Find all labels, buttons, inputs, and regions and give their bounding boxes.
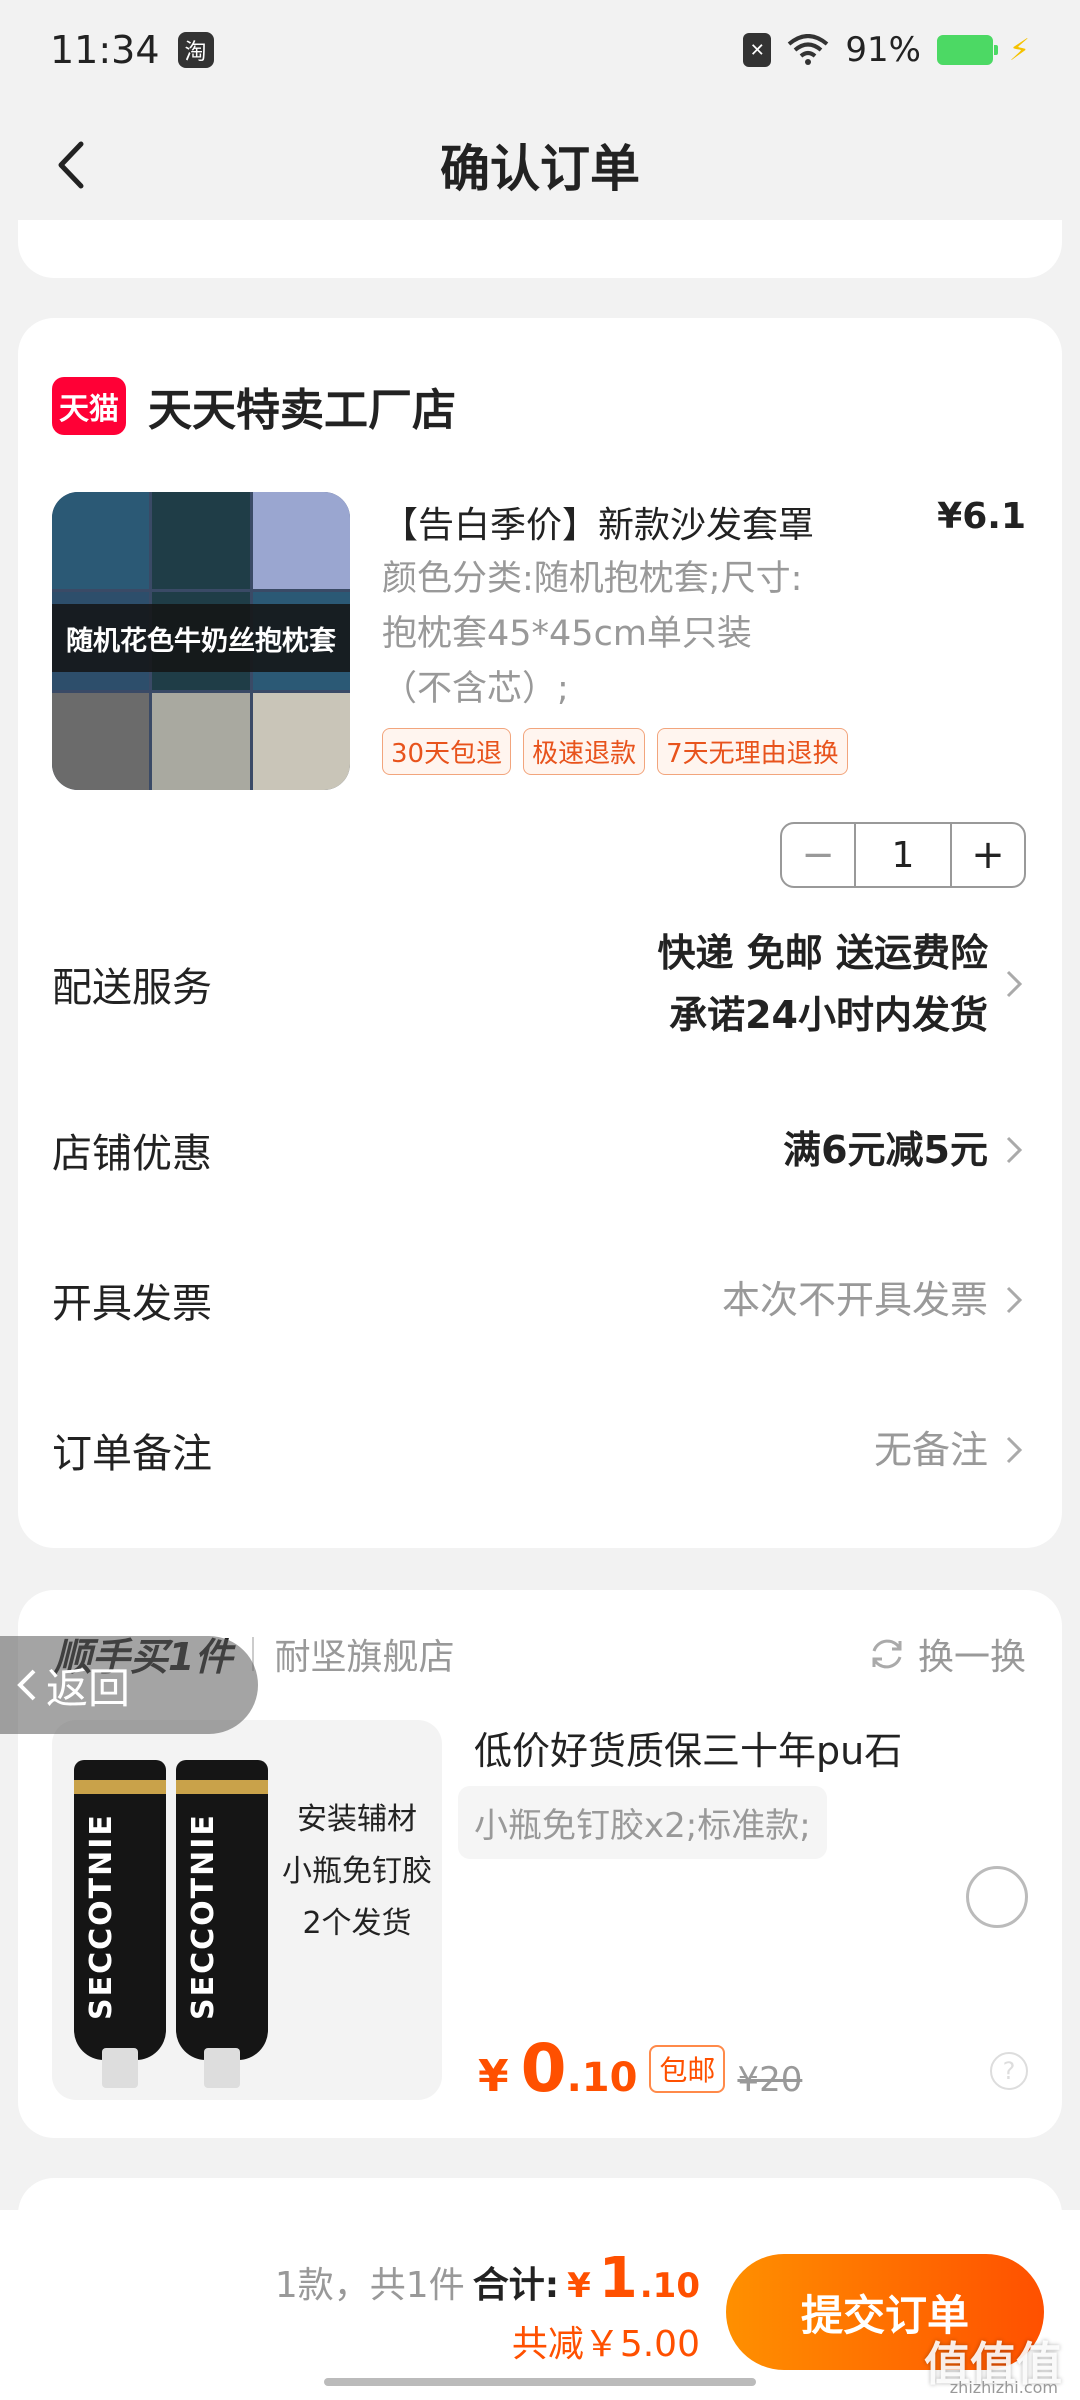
home-indicator[interactable]	[324, 2378, 756, 2386]
invoice-text: 本次不开具发票	[721, 1278, 988, 1322]
help-icon[interactable]: ?	[990, 2052, 1028, 2090]
tube-brand: SECCOTNIE	[84, 1813, 119, 2020]
bottom-checkout-bar: 1款，共1件 合计: ¥ 1 .10 共减￥5.00 提交订单	[0, 2210, 1080, 2400]
invoice-value: 本次不开具发票	[722, 1269, 1026, 1331]
floating-back-label: 返回	[46, 1663, 131, 1713]
delivery-service-text: 快递 免邮 送运费险 承诺24小时内发货	[658, 922, 988, 1046]
addon-product-name[interactable]: 低价好货质保三十年pu石	[474, 1720, 902, 1775]
floating-back-button[interactable]: 返回	[0, 1636, 258, 1734]
product-tube: SECCOTNIE	[176, 1760, 268, 2088]
tmall-logo-icon: 天猫	[52, 377, 126, 435]
back-chevron-icon	[17, 1669, 36, 1701]
battery-icon	[936, 35, 998, 65]
summary-total-line: 1款，共1件 合计: ¥ 1 .10	[275, 2246, 700, 2311]
shop-name[interactable]: 天天特卖工厂店	[148, 374, 456, 438]
status-bar: 11:34 淘 ✕ 91% ⚡	[0, 0, 1080, 100]
quantity-stepper: − 1 +	[780, 822, 1026, 888]
addon-product-spec[interactable]: 小瓶免钉胶x2;标准款;	[458, 1786, 827, 1859]
back-arrow-icon[interactable]	[40, 135, 100, 195]
service-tags: 30天包退 极速退款 7天无理由退换	[382, 728, 848, 775]
delivery-service-row[interactable]: 配送服务 快递 免邮 送运费险 承诺24小时内发货	[52, 922, 1026, 1046]
charging-icon: ⚡	[1008, 32, 1030, 68]
status-right: ✕ 91% ⚡	[743, 30, 1030, 70]
swap-label: 换一换	[917, 1637, 1026, 1678]
addon-product-image[interactable]: SECCOTNIE SECCOTNIE 安装辅材 小瓶免钉胶 2个发货	[52, 1720, 442, 2100]
product-title[interactable]: 【告白季价】新款沙发套罩	[382, 496, 942, 548]
order-remark-text: 无备注	[873, 1428, 988, 1472]
page-title: 确认订单	[440, 140, 640, 198]
battery-percent: 91%	[845, 30, 921, 70]
total-integer: 1	[598, 2246, 638, 2311]
addon-price-row: ¥ 0 .10 包邮 ¥20	[478, 2030, 802, 2107]
total-decimal: .10	[639, 2266, 700, 2306]
shop-order-card: 天猫 天天特卖工厂店 随机花色牛奶丝抱枕套 【告白季价】新款沙发套罩 ¥6.1 …	[18, 318, 1062, 1548]
invoice-label: 开具发票	[52, 1281, 212, 1327]
chevron-right-icon	[1006, 1286, 1023, 1314]
addon-original-price: ¥20	[737, 2060, 803, 2100]
addon-store-name[interactable]: 耐坚旗舰店	[274, 1628, 454, 1680]
shop-discount-text: 满6元减5元	[783, 1128, 988, 1172]
delivery-service-value: 快递 免邮 送运费险 承诺24小时内发货	[658, 922, 1026, 1046]
addon-price-decimal: .10	[566, 2055, 638, 2101]
tag-fast-refund: 极速退款	[523, 728, 646, 775]
shop-discount-row[interactable]: 店铺优惠 满6元减5元	[52, 1100, 1026, 1200]
chevron-right-icon	[1006, 1436, 1023, 1464]
total-symbol: ¥	[567, 2266, 591, 2306]
nav-bar: 确认订单	[0, 100, 1080, 230]
refresh-icon	[872, 1639, 902, 1669]
wifi-icon	[788, 34, 829, 65]
addon-image-caption: 安装辅材 小瓶免钉胶 2个发货	[282, 1802, 432, 1941]
delivery-service-label: 配送服务	[52, 965, 212, 1011]
order-remark-value: 无备注	[874, 1419, 1026, 1481]
total-label: 合计:	[472, 2265, 560, 2306]
address-card-stub	[18, 220, 1062, 278]
product-price: ¥6.1	[937, 496, 1026, 537]
product-image[interactable]: 随机花色牛奶丝抱枕套	[52, 492, 350, 790]
chevron-right-icon	[1006, 970, 1023, 998]
shop-header[interactable]: 天猫 天天特卖工厂店	[52, 374, 456, 438]
product-spec-line: 颜色分类:随机抱枕套;尺寸:	[382, 559, 803, 599]
product-image-banner: 随机花色牛奶丝抱枕套	[52, 604, 350, 672]
quantity-increase-button[interactable]: +	[952, 824, 1024, 886]
quantity-decrease-button[interactable]: −	[782, 824, 854, 886]
shop-discount-value: 满6元减5元	[783, 1119, 1026, 1181]
tube-brand: SECCOTNIE	[186, 1813, 221, 2020]
taobao-app-icon: 淘	[177, 32, 214, 68]
free-shipping-badge: 包邮	[649, 2044, 726, 2093]
watermark-url: zhizhizhi.com	[949, 2378, 1058, 2397]
product-spec-line: 抱枕套45*45cm单只装	[382, 614, 752, 654]
invoice-row[interactable]: 开具发票 本次不开具发票	[52, 1250, 1026, 1350]
delivery-promise: 承诺24小时内发货	[669, 993, 988, 1037]
chevron-right-icon	[1006, 1136, 1023, 1164]
order-summary: 1款，共1件 合计: ¥ 1 .10 共减￥5.00	[275, 2246, 700, 2367]
delivery-method: 快递 免邮 送运费险	[657, 931, 988, 975]
tag-return-30d: 30天包退	[382, 728, 512, 775]
addon-price-integer: 0	[520, 2030, 567, 2107]
order-remark-label: 订单备注	[52, 1431, 212, 1477]
product-tube: SECCOTNIE	[74, 1760, 166, 2088]
product-spec-line: （不含芯）;	[382, 669, 569, 709]
status-time: 11:34	[50, 28, 160, 72]
item-count: 1款，共1件	[274, 2265, 465, 2306]
swap-button[interactable]: 换一换	[868, 1628, 1026, 1680]
addon-select-radio[interactable]	[966, 1866, 1028, 1928]
order-remark-row[interactable]: 订单备注 无备注	[52, 1400, 1026, 1500]
quantity-value[interactable]: 1	[854, 824, 952, 886]
status-left: 11:34 淘	[50, 28, 214, 72]
tag-7day-return: 7天无理由退换	[657, 728, 848, 775]
sim-icon: ✕	[743, 33, 772, 67]
shop-discount-label: 店铺优惠	[52, 1131, 212, 1177]
total-discount: 共减￥5.00	[511, 2324, 700, 2365]
addon-price-symbol: ¥	[478, 2051, 509, 2102]
product-spec[interactable]: 颜色分类:随机抱枕套;尺寸: 抱枕套45*45cm单只装 （不含芯）;	[382, 552, 902, 717]
